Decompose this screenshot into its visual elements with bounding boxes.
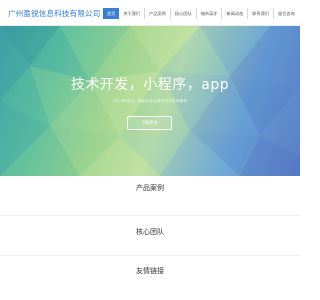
nav-message[interactable]: 留言咨询: [272, 8, 299, 19]
hero-subtitle: 2016年至今，持续为企业提供设计技术服务: [112, 99, 188, 103]
site-header: 广州盈锐信息科技有限公司 首页 关于我们 产品案例 核心团队 城市英才 新闻动态…: [0, 0, 300, 26]
nav-news[interactable]: 新闻动态: [221, 8, 247, 19]
section-divider: [0, 255, 300, 256]
hero-title: 技术开发，小程序，app: [70, 77, 230, 93]
site-logo[interactable]: 广州盈锐信息科技有限公司: [8, 8, 100, 19]
hero-banner: 技术开发，小程序，app 2016年至今，持续为企业提供设计技术服务 了解更多: [0, 26, 300, 176]
nav-home[interactable]: 首页: [103, 8, 120, 19]
main-nav: 首页 关于我们 产品案例 核心团队 城市英才 新闻动态 联系我们 留言咨询: [103, 8, 299, 19]
section-products-title: 产品案例: [136, 184, 164, 192]
nav-products[interactable]: 产品案例: [144, 8, 170, 19]
nav-team[interactable]: 核心团队: [169, 8, 196, 19]
nav-contact[interactable]: 联系我们: [247, 8, 273, 19]
section-divider: [0, 215, 300, 216]
section-team-title: 核心团队: [136, 228, 164, 236]
nav-talent[interactable]: 城市英才: [195, 8, 222, 19]
nav-about[interactable]: 关于我们: [119, 8, 144, 19]
section-links-title: 友情链接: [136, 267, 164, 275]
learn-more-button[interactable]: 了解更多: [127, 116, 172, 130]
